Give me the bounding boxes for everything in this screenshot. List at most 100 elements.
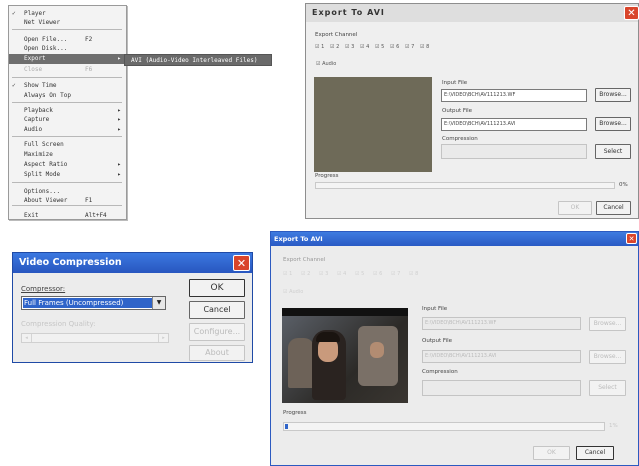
input-file-label: Input File xyxy=(422,306,448,312)
channel-checkbox-2[interactable]: ☑ 2 xyxy=(330,44,339,50)
ok-button[interactable]: OK xyxy=(558,201,592,215)
dialog-title: Video Compression xyxy=(19,257,122,268)
menu-item-shortcut: Alt+F4 xyxy=(85,212,107,219)
menu-item-net-viewer[interactable]: Net Viewer xyxy=(9,18,126,28)
channel-checkbox-1[interactable]: ☑ 1 xyxy=(315,44,324,50)
select-compression-button: Select xyxy=(589,380,626,396)
channel-checkbox-3: ☑ 3 xyxy=(319,271,329,277)
menu-item-exit[interactable]: Exit Alt+F4 xyxy=(9,211,126,221)
export-channel-label: Export Channel xyxy=(283,257,326,263)
menu-item-label: Net Viewer xyxy=(24,19,61,26)
channel-checkbox-5: ☑ 5 xyxy=(355,271,365,277)
audio-checkbox: ☑ Audio xyxy=(283,289,304,295)
channel-checkbox-8: ☑ 8 xyxy=(409,271,419,277)
export-to-avi-dialog-setup: Export To AVI ✕ Export Channel ☑ 1 ☑ 2 ☑ 3… xyxy=(305,3,639,219)
title-bar: Export To AVI ✕ xyxy=(271,232,638,246)
chevron-down-icon[interactable]: ▼ xyxy=(152,297,165,309)
menu-item-full-screen[interactable]: Full Screen xyxy=(9,140,126,150)
output-file-field[interactable]: E:\VIDEO\BCH\AV111213.AVI xyxy=(441,118,587,131)
menu-item-label: Maximize xyxy=(24,151,53,158)
channel-checkbox-5[interactable]: ☑ 5 xyxy=(375,44,384,50)
input-file-field: E:\VIDEO\BCH\AV111213.WF xyxy=(422,317,581,330)
browse-output-button: Browse... xyxy=(589,350,626,364)
menu-item-show-time[interactable]: ✓ Show Time xyxy=(9,81,126,91)
menu-item-open-disk[interactable]: Open Disk... xyxy=(9,44,126,54)
export-submenu-item-avi[interactable]: AVI (Audio-Video Interleaved Files) xyxy=(124,54,272,66)
menu-item-label: Open Disk... xyxy=(24,45,68,52)
progress-label: Progress xyxy=(283,410,307,416)
compressor-label: Compressor: xyxy=(21,285,66,293)
progress-percent: 0% xyxy=(619,182,628,188)
menu-item-label: Close xyxy=(24,66,43,73)
menu-item-maximize[interactable]: Maximize xyxy=(9,150,126,160)
progress-percent: 1% xyxy=(609,423,618,429)
channel-checkbox-6[interactable]: ☑ 6 xyxy=(390,44,399,50)
compressor-selected-value: Full Frames (Uncompressed) xyxy=(23,298,152,308)
viewer-context-menu: ✓ Player Net Viewer Open File... F2 Open Disk… xyxy=(8,5,127,220)
ok-button[interactable]: OK xyxy=(189,279,245,297)
title-bar: Video Compression ✕ xyxy=(13,253,252,273)
compression-label: Compression xyxy=(442,136,478,142)
slider-left-arrow-icon: ◂ xyxy=(22,334,32,342)
channel-checkbox-6: ☑ 6 xyxy=(373,271,383,277)
menu-separator xyxy=(12,77,122,78)
menu-item-label: Split Mode xyxy=(24,171,61,178)
close-icon[interactable]: ✕ xyxy=(233,255,250,271)
progress-label: Progress xyxy=(315,173,339,179)
checkmark-icon: ✓ xyxy=(12,82,16,89)
video-preview xyxy=(282,308,408,403)
menu-item-aspect-ratio[interactable]: Aspect Ratio ▸ xyxy=(9,160,126,170)
browse-output-button[interactable]: Browse... xyxy=(595,117,631,131)
output-file-field: E:\VIDEO\BCH\AV111213.AVI xyxy=(422,350,581,363)
menu-item-always-on-top[interactable]: Always On Top xyxy=(9,91,126,101)
menu-item-close[interactable]: Close F6 xyxy=(9,65,126,75)
menu-separator xyxy=(12,29,122,30)
configure-button: Configure... xyxy=(189,323,245,341)
menu-separator xyxy=(12,102,122,103)
progress-bar xyxy=(315,182,615,189)
submenu-arrow-icon: ▸ xyxy=(117,116,121,123)
dialog-title: Export To AVI xyxy=(274,235,323,243)
channel-checkbox-2: ☑ 2 xyxy=(301,271,311,277)
export-to-avi-dialog-progress: Export To AVI ✕ Export Channel ☑ 1 ☑ 2 ☑ 3… xyxy=(270,231,639,466)
input-file-label: Input File xyxy=(442,80,468,86)
compression-field xyxy=(441,144,587,159)
title-bar: Export To AVI ✕ xyxy=(306,4,639,22)
select-compression-button[interactable]: Select xyxy=(595,144,631,159)
menu-item-label: Show Time xyxy=(24,82,57,89)
cancel-button[interactable]: Cancel xyxy=(189,301,245,319)
menu-item-audio[interactable]: Audio ▸ xyxy=(9,125,126,135)
menu-item-split-mode[interactable]: Split Mode ▸ xyxy=(9,170,126,180)
close-icon[interactable]: ✕ xyxy=(624,6,639,20)
menu-item-label: Capture xyxy=(24,116,50,123)
export-channel-label: Export Channel xyxy=(315,32,358,38)
cancel-button[interactable]: Cancel xyxy=(576,446,614,460)
menu-separator xyxy=(12,136,122,137)
submenu-arrow-icon: ▸ xyxy=(117,161,121,168)
dialog-title: Export To AVI xyxy=(312,8,385,17)
compressor-select[interactable]: Full Frames (Uncompressed) ▼ xyxy=(21,296,166,310)
menu-item-label: Aspect Ratio xyxy=(24,161,68,168)
channel-checkbox-7[interactable]: ☑ 7 xyxy=(405,44,414,50)
menu-item-shortcut: F6 xyxy=(85,66,93,73)
video-compression-dialog: Video Compression ✕ Compressor: Full Fra… xyxy=(12,252,253,363)
menu-item-export[interactable]: Export ▸ xyxy=(9,54,126,64)
submenu-arrow-icon: ▸ xyxy=(117,171,121,178)
progress-bar xyxy=(283,422,605,431)
audio-checkbox[interactable]: ☑ Audio xyxy=(316,61,336,67)
channel-checkbox-1: ☑ 1 xyxy=(283,271,293,277)
submenu-arrow-icon: ▸ xyxy=(117,126,121,133)
browse-input-button[interactable]: Browse... xyxy=(595,88,631,102)
channel-checkbox-4[interactable]: ☑ 4 xyxy=(360,44,369,50)
menu-item-label: Audio xyxy=(24,126,43,133)
menu-item-capture[interactable]: Capture ▸ xyxy=(9,115,126,125)
channel-checkbox-3[interactable]: ☑ 3 xyxy=(345,44,354,50)
menu-item-label: Export xyxy=(24,55,46,62)
close-icon[interactable]: ✕ xyxy=(626,233,637,244)
menu-separator xyxy=(12,205,122,206)
submenu-arrow-icon: ▸ xyxy=(117,55,121,62)
input-file-field[interactable]: E:\VIDEO\BCH\AV111213.WF xyxy=(441,89,587,102)
video-preview xyxy=(314,77,432,172)
channel-checkbox-8[interactable]: ☑ 8 xyxy=(420,44,429,50)
cancel-button[interactable]: Cancel xyxy=(596,201,631,215)
